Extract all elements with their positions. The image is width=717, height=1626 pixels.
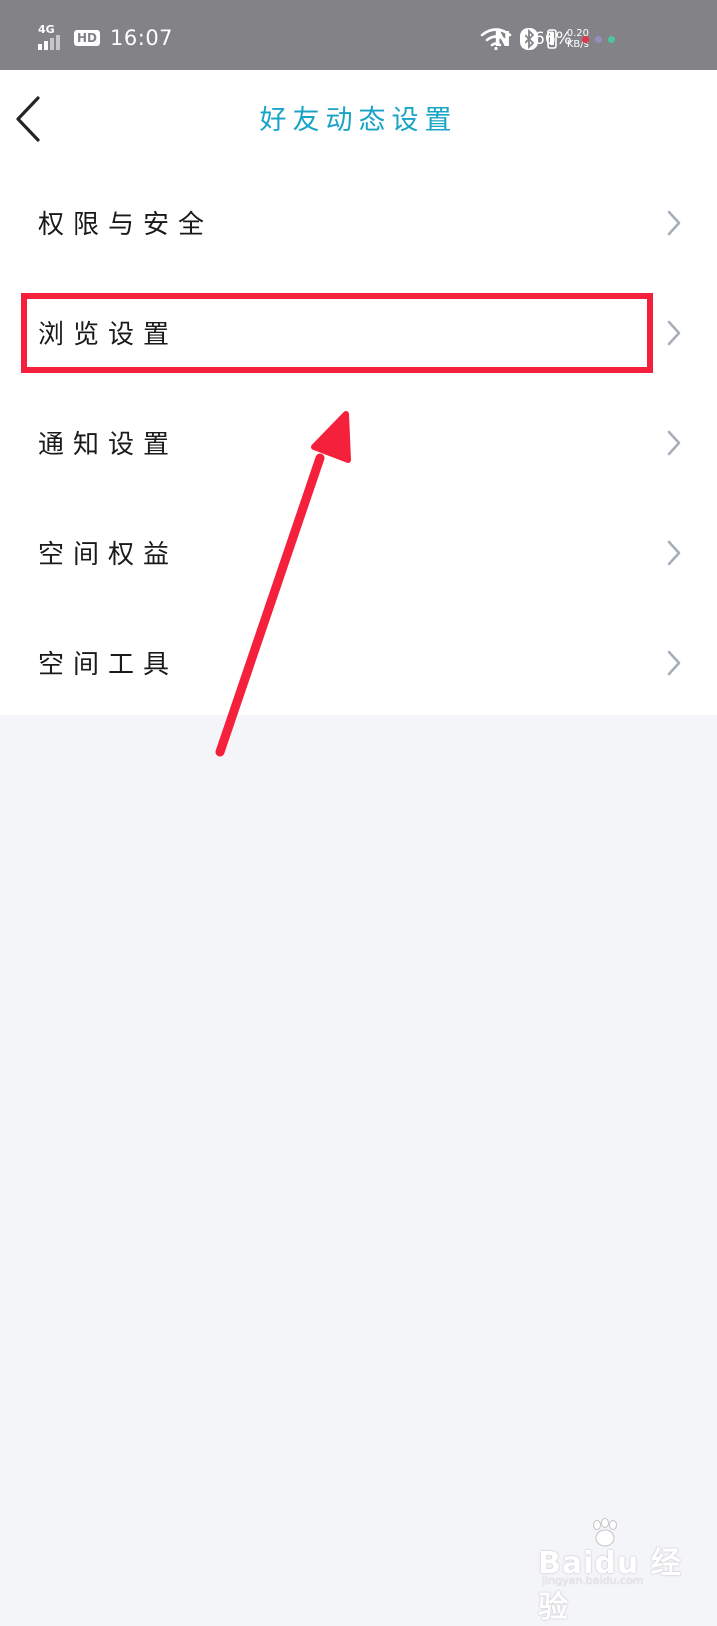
menu-item-label: 权限与安全 xyxy=(38,210,214,240)
notification-dots xyxy=(581,35,615,43)
cellular-signal-icon: 4G xyxy=(38,24,68,52)
menu-item-label: 空间权益 xyxy=(38,540,179,570)
chevron-right-icon xyxy=(667,650,681,676)
settings-menu: 权限与安全 浏览设置 通知设置 空间权益 空间工具 xyxy=(0,166,717,715)
clock: 16:07 xyxy=(110,26,174,50)
hd-badge: HD xyxy=(74,30,101,46)
chevron-right-icon xyxy=(667,320,681,346)
menu-item-permissions-security[interactable]: 权限与安全 xyxy=(0,166,717,276)
network-type: 4G xyxy=(38,23,55,36)
menu-item-label: 空间工具 xyxy=(38,650,179,680)
menu-item-space-tools[interactable]: 空间工具 xyxy=(0,606,717,716)
page-title: 好友动态设置 xyxy=(259,105,458,136)
wifi-icon xyxy=(480,28,512,51)
baidu-jingyan-watermark: Baidu 经验 jingyan.baidu.com xyxy=(538,1518,708,1625)
status-right-2: 66% xyxy=(480,26,615,52)
chevron-right-icon xyxy=(667,430,681,456)
menu-item-space-benefits[interactable]: 空间权益 xyxy=(0,496,717,606)
navigation-bar: 好友动态设置 xyxy=(0,70,717,166)
battery-level: 66% xyxy=(534,29,572,49)
menu-item-notification-settings[interactable]: 通知设置 xyxy=(0,386,717,496)
wifi-arrows-icon xyxy=(520,32,526,46)
chevron-right-icon xyxy=(667,540,681,566)
status-bar: 4G HD 16:07 N 0.20 KB/s 66% xyxy=(0,0,717,70)
menu-item-label: 浏览设置 xyxy=(38,320,179,350)
chevron-right-icon xyxy=(667,210,681,236)
menu-item-browse-settings[interactable]: 浏览设置 xyxy=(0,276,717,386)
watermark-url: jingyan.baidu.com xyxy=(542,1574,644,1587)
status-left: 4G HD 16:07 xyxy=(38,24,173,52)
menu-item-label: 通知设置 xyxy=(38,430,179,460)
